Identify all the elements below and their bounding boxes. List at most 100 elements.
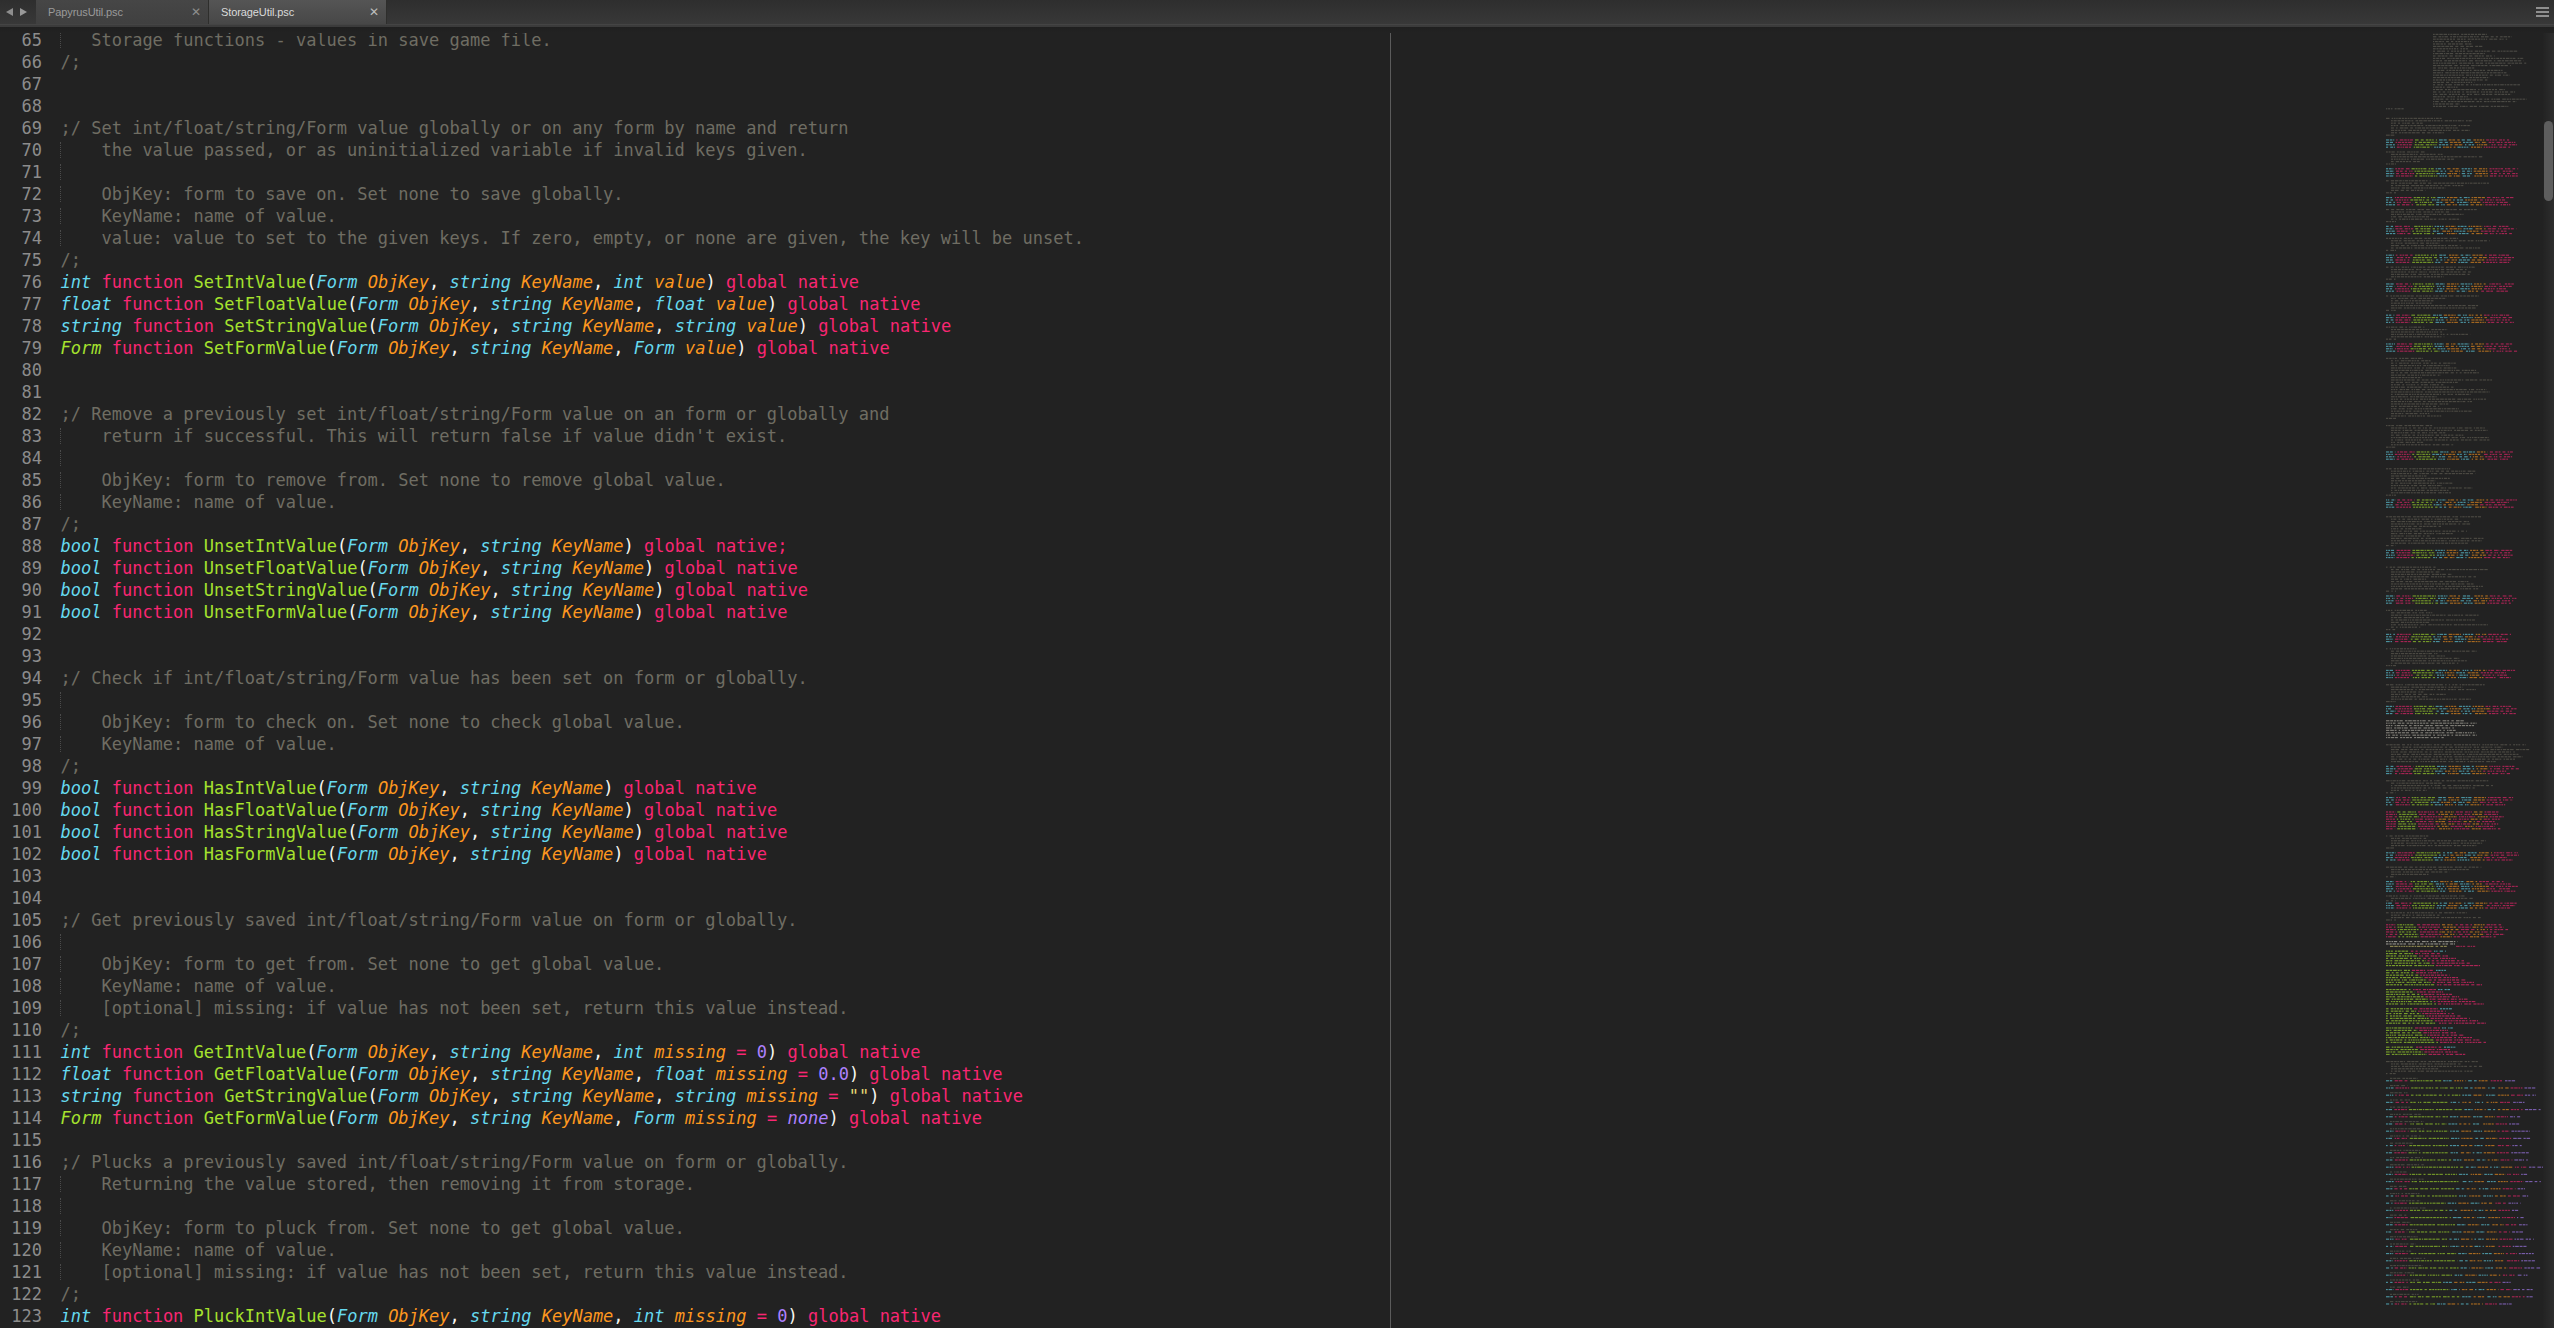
line-number: 91 (0, 601, 42, 623)
code-line-85[interactable]: 85 ObjKey: form to remove from. Set none… (0, 469, 2554, 491)
line-number: 113 (0, 1085, 42, 1107)
code-line-109[interactable]: 109 [optional] missing: if value has not… (0, 997, 2554, 1019)
line-number: 103 (0, 865, 42, 887)
indent-guide (60, 1198, 61, 1214)
code-line-121[interactable]: 121 [optional] missing: if value has not… (0, 1261, 2554, 1283)
indent-guide (60, 1176, 61, 1192)
line-number: 67 (0, 73, 42, 95)
tab-overflow-menu-icon[interactable] (2536, 7, 2549, 17)
indent-guide (60, 1000, 61, 1016)
code-line-99[interactable]: 99bool function HasIntValue(Form ObjKey,… (0, 777, 2554, 799)
code-line-105[interactable]: 105;/ Get previously saved int/float/str… (0, 909, 2554, 931)
minimap[interactable] (2378, 27, 2548, 1328)
line-number: 112 (0, 1063, 42, 1085)
code-line-72[interactable]: 72 ObjKey: form to save on. Set none to … (0, 183, 2554, 205)
code-line-80[interactable]: 80 (0, 359, 2554, 381)
code-line-98[interactable]: 98/; (0, 755, 2554, 777)
code-line-88[interactable]: 88bool function UnsetIntValue(Form ObjKe… (0, 535, 2554, 557)
indent-guide (60, 494, 61, 510)
code-line-69[interactable]: 69;/ Set int/float/string/Form value glo… (0, 117, 2554, 139)
code-line-120[interactable]: 120 KeyName: name of value. (0, 1239, 2554, 1261)
code-line-87[interactable]: 87/; (0, 513, 2554, 535)
code-line-116[interactable]: 116;/ Plucks a previously saved int/floa… (0, 1151, 2554, 1173)
code-line-67[interactable]: 67 (0, 73, 2554, 95)
scrollbar-track[interactable] (2543, 27, 2554, 1328)
code-line-100[interactable]: 100bool function HasFloatValue(Form ObjK… (0, 799, 2554, 821)
line-number: 108 (0, 975, 42, 997)
line-number: 111 (0, 1041, 42, 1063)
code-line-68[interactable]: 68 (0, 95, 2554, 117)
line-number: 100 (0, 799, 42, 821)
code-line-73[interactable]: 73 KeyName: name of value. (0, 205, 2554, 227)
code-line-108[interactable]: 108 KeyName: name of value. (0, 975, 2554, 997)
tab-storageutil-label: StorageUtil.psc (221, 0, 294, 24)
code-line-91[interactable]: 91bool function UnsetFormValue(Form ObjK… (0, 601, 2554, 623)
code-line-123[interactable]: 123int function PluckIntValue(Form ObjKe… (0, 1305, 2554, 1327)
tab-papyrusutil[interactable]: PapyrusUtil.psc ✕ (36, 0, 209, 24)
code-editor[interactable]: 65 Storage functions - values in save ga… (0, 29, 2554, 1328)
code-line-122[interactable]: 122/; (0, 1283, 2554, 1305)
nav-back-icon[interactable] (6, 8, 13, 16)
code-line-84[interactable]: 84 (0, 447, 2554, 469)
code-line-112[interactable]: 112float function GetFloatValue(Form Obj… (0, 1063, 2554, 1085)
indent-guide (60, 1264, 61, 1280)
code-line-118[interactable]: 118 (0, 1195, 2554, 1217)
indent-guide (60, 186, 61, 202)
code-line-89[interactable]: 89bool function UnsetFloatValue(Form Obj… (0, 557, 2554, 579)
line-number: 90 (0, 579, 42, 601)
code-line-104[interactable]: 104 (0, 887, 2554, 909)
code-line-71[interactable]: 71 (0, 161, 2554, 183)
line-number: 73 (0, 205, 42, 227)
tab-papyrusutil-close-icon[interactable]: ✕ (191, 0, 201, 24)
code-line-93[interactable]: 93 (0, 645, 2554, 667)
code-line-82[interactable]: 82;/ Remove a previously set int/float/s… (0, 403, 2554, 425)
tab-storageutil[interactable]: StorageUtil.psc ✕ (209, 0, 387, 24)
line-number: 109 (0, 997, 42, 1019)
code-line-86[interactable]: 86 KeyName: name of value. (0, 491, 2554, 513)
code-line-70[interactable]: 70 the value passed, or as uninitialized… (0, 139, 2554, 161)
code-line-76[interactable]: 76int function SetIntValue(Form ObjKey, … (0, 271, 2554, 293)
line-number: 122 (0, 1283, 42, 1305)
code-line-81[interactable]: 81 (0, 381, 2554, 403)
code-line-111[interactable]: 111int function GetIntValue(Form ObjKey,… (0, 1041, 2554, 1063)
code-line-66[interactable]: 66/; (0, 51, 2554, 73)
code-line-65[interactable]: 65 Storage functions - values in save ga… (0, 29, 2554, 51)
code-line-119[interactable]: 119 ObjKey: form to pluck from. Set none… (0, 1217, 2554, 1239)
code-line-96[interactable]: 96 ObjKey: form to check on. Set none to… (0, 711, 2554, 733)
line-number: 106 (0, 931, 42, 953)
line-number: 96 (0, 711, 42, 733)
nav-forward-icon[interactable] (20, 8, 27, 16)
code-line-102[interactable]: 102bool function HasFormValue(Form ObjKe… (0, 843, 2554, 865)
code-line-101[interactable]: 101bool function HasStringValue(Form Obj… (0, 821, 2554, 843)
tab-bar: PapyrusUtil.psc ✕ StorageUtil.psc ✕ (0, 0, 2554, 25)
line-number: 79 (0, 337, 42, 359)
code-line-110[interactable]: 110/; (0, 1019, 2554, 1041)
code-line-77[interactable]: 77float function SetFloatValue(Form ObjK… (0, 293, 2554, 315)
code-line-94[interactable]: 94;/ Check if int/float/string/Form valu… (0, 667, 2554, 689)
code-line-79[interactable]: 79Form function SetFormValue(Form ObjKey… (0, 337, 2554, 359)
code-line-92[interactable]: 92 (0, 623, 2554, 645)
code-line-113[interactable]: 113string function GetStringValue(Form O… (0, 1085, 2554, 1107)
code-line-97[interactable]: 97 KeyName: name of value. (0, 733, 2554, 755)
code-line-107[interactable]: 107 ObjKey: form to get from. Set none t… (0, 953, 2554, 975)
code-line-83[interactable]: 83 return if successful. This will retur… (0, 425, 2554, 447)
line-number: 87 (0, 513, 42, 535)
code-line-106[interactable]: 106 (0, 931, 2554, 953)
code-line-114[interactable]: 114Form function GetFormValue(Form ObjKe… (0, 1107, 2554, 1129)
indent-guide (60, 1242, 61, 1258)
code-line-74[interactable]: 74 value: value to set to the given keys… (0, 227, 2554, 249)
indent-guide (60, 472, 61, 488)
line-number: 84 (0, 447, 42, 469)
line-number: 85 (0, 469, 42, 491)
code-line-115[interactable]: 115 (0, 1129, 2554, 1151)
tab-papyrusutil-label: PapyrusUtil.psc (48, 0, 123, 24)
code-line-90[interactable]: 90bool function UnsetStringValue(Form Ob… (0, 579, 2554, 601)
code-line-95[interactable]: 95 (0, 689, 2554, 711)
code-line-75[interactable]: 75/; (0, 249, 2554, 271)
code-line-103[interactable]: 103 (0, 865, 2554, 887)
code-line-78[interactable]: 78string function SetStringValue(Form Ob… (0, 315, 2554, 337)
scrollbar-thumb[interactable] (2544, 121, 2553, 201)
tab-storageutil-close-icon[interactable]: ✕ (369, 0, 379, 24)
line-number: 123 (0, 1305, 42, 1327)
code-line-117[interactable]: 117 Returning the value stored, then rem… (0, 1173, 2554, 1195)
